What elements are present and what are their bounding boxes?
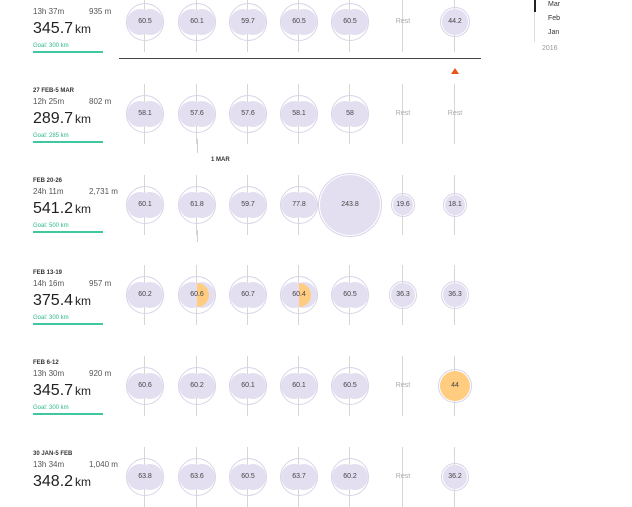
week-elevation: 802 m [89, 97, 112, 106]
week-elevation: 1,040 m [89, 460, 118, 469]
day-distance: 59.7 [241, 201, 255, 208]
day-distance: 58.1 [138, 110, 152, 117]
current-week-divider [119, 58, 481, 59]
day-stem [402, 0, 403, 52]
week-distance-value: 375.4 [33, 292, 74, 309]
week-distance-unit: km [75, 202, 92, 216]
week-label: 30 JAN-5 FEB [33, 451, 73, 457]
day-distance: 60.1 [190, 18, 204, 25]
week-label: FEB 6-12 [33, 360, 59, 366]
week-goal: Goal: 300 km [33, 315, 69, 321]
week-distance: 289.7 km [33, 110, 91, 128]
week-elevation: 935 m [89, 7, 112, 16]
week-goal: Goal: 300 km [33, 405, 69, 411]
day-distance: 18.1 [448, 201, 462, 208]
week-label: FEB 20-26 [33, 178, 63, 184]
day-distance: 60.4 [292, 291, 306, 298]
month-tick [197, 139, 198, 153]
week-distance-value: 345.7 [33, 382, 74, 399]
day-distance: 58 [346, 110, 354, 117]
week-distance-unit: km [75, 294, 92, 308]
day-distance: 60.1 [138, 201, 152, 208]
month-tick [197, 230, 198, 242]
day-distance: 60.6 [190, 291, 204, 298]
week-distance-value: 541.2 [33, 200, 74, 217]
week-distance-value: 289.7 [33, 110, 74, 127]
week-elevation: 2,731 m [89, 187, 118, 196]
week-distance-unit: km [75, 475, 92, 489]
day-distance: 44 [451, 382, 459, 389]
week-moving-time: 13h 34m [33, 460, 65, 469]
timeline-track [534, 12, 535, 42]
goal-progress-bar [33, 413, 103, 415]
week-elevation: 920 m [89, 369, 112, 378]
day-distance: 60.5 [343, 291, 357, 298]
week-goal: Goal: 300 km [33, 43, 69, 49]
day-distance: 60.5 [292, 18, 306, 25]
day-distance: 63.7 [292, 473, 306, 480]
day-distance: 57.6 [241, 110, 255, 117]
rest-day-label: Rest [447, 110, 463, 117]
week-moving-time: 24h 11m [33, 187, 64, 196]
timeline-month-feb[interactable]: Feb [548, 15, 560, 22]
day-distance: 60.2 [190, 382, 204, 389]
day-distance: 58.1 [292, 110, 306, 117]
day-distance: 60.1 [241, 382, 255, 389]
goal-progress-bar [33, 323, 103, 325]
goal-progress-bar [33, 51, 103, 53]
day-distance: 57.6 [190, 110, 204, 117]
week-elevation: 957 m [89, 279, 112, 288]
timeline-month-jan[interactable]: Jan [548, 29, 559, 36]
week-distance: 345.7 km [33, 20, 91, 38]
week-goal: Goal: 500 km [33, 223, 69, 229]
day-distance: 60.2 [343, 473, 357, 480]
day-distance: 19.6 [396, 201, 410, 208]
rest-day-label: Rest [395, 110, 411, 117]
week-distance-unit: km [75, 112, 92, 126]
today-marker-icon [451, 68, 459, 74]
month-label: 1 MAR [211, 157, 230, 163]
week-distance-unit: km [75, 22, 92, 36]
day-distance: 36.3 [396, 291, 410, 298]
week-moving-time: 12h 25m [33, 97, 65, 106]
week-label: FEB 13-19 [33, 270, 63, 276]
day-distance: 61.8 [190, 201, 204, 208]
timeline-month-mar[interactable]: Mar [548, 1, 560, 8]
week-distance: 375.4 km [33, 292, 91, 310]
day-distance: 60.5 [343, 18, 357, 25]
week-moving-time: 14h 16m [33, 279, 65, 288]
day-distance: 63.6 [190, 473, 204, 480]
day-distance: 60.6 [138, 382, 152, 389]
day-distance: 36.2 [448, 473, 462, 480]
day-distance: 243.8 [341, 201, 359, 208]
week-distance-value: 345.7 [33, 20, 74, 37]
week-distance: 541.2 km [33, 200, 91, 218]
day-distance: 60.5 [138, 18, 152, 25]
goal-progress-bar [33, 231, 103, 233]
timeline-selected-indicator [534, 0, 536, 12]
week-moving-time: 13h 30m [33, 369, 65, 378]
day-distance: 60.2 [138, 291, 152, 298]
day-distance: 60.1 [292, 382, 306, 389]
goal-progress-bar [33, 141, 103, 143]
day-distance: 63.8 [138, 473, 152, 480]
week-distance-value: 348.2 [33, 473, 74, 490]
week-distance-unit: km [75, 384, 92, 398]
week-goal: Goal: 285 km [33, 133, 69, 139]
day-distance: 44.2 [448, 18, 462, 25]
week-distance: 345.7 km [33, 382, 91, 400]
day-distance: 60.7 [241, 291, 255, 298]
rest-day-label: Rest [395, 18, 411, 25]
timeline-year[interactable]: 2016 [542, 45, 558, 52]
day-distance: 59.7 [241, 18, 255, 25]
timeline-nav: Mar Feb Jan 2016 [534, 0, 594, 55]
day-distance: 36.3 [448, 291, 462, 298]
rest-day-label: Rest [395, 473, 411, 480]
day-distance: 60.5 [343, 382, 357, 389]
week-distance: 348.2 km [33, 473, 91, 491]
rest-day-label: Rest [395, 382, 411, 389]
week-label: 27 FEB-5 MAR [33, 88, 75, 94]
day-distance: 60.5 [241, 473, 255, 480]
week-moving-time: 13h 37m [33, 7, 65, 16]
